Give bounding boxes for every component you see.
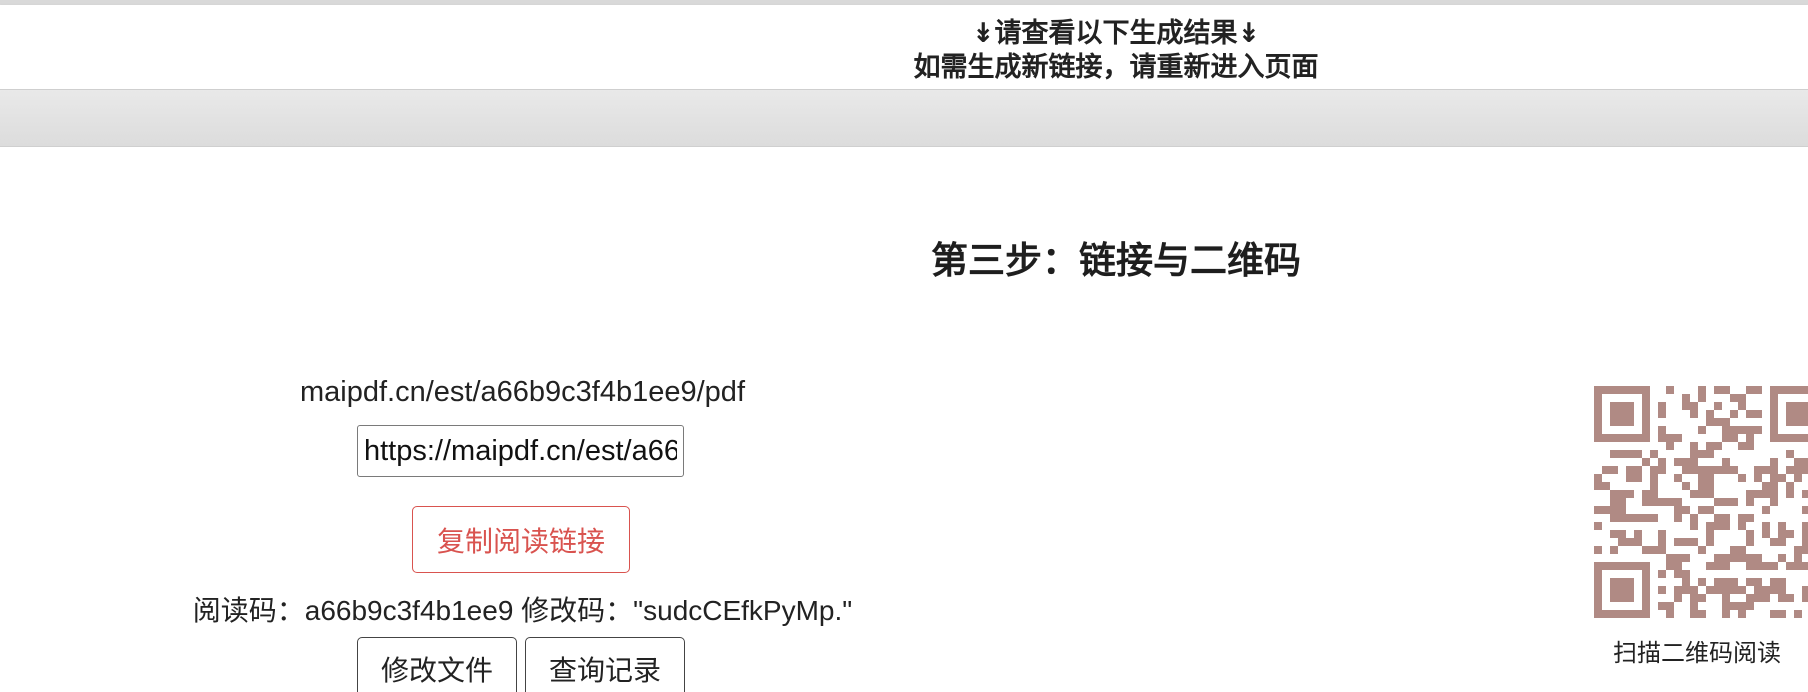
link-panel: maipdf.cn/est/a66b9c3f4b1ee9/pdf 复制阅读链接 … bbox=[0, 0, 1045, 692]
qr-caption: 扫描二维码阅读 bbox=[1613, 640, 1781, 667]
edit-file-button[interactable]: 修改文件 bbox=[357, 637, 517, 692]
link-url-input[interactable] bbox=[357, 425, 684, 477]
read-edit-codes: 阅读码：a66b9c3f4b1ee9 修改码："sudcCEfkPyMp." bbox=[192, 595, 853, 626]
page: ↡请查看以下生成结果↡ 如需生成新链接，请重新进入页面 第三步：链接与二维码 m… bbox=[0, 0, 1808, 692]
copy-link-button[interactable]: 复制阅读链接 bbox=[412, 506, 630, 573]
qr-code-graphic bbox=[1594, 386, 1808, 618]
short-link-text: maipdf.cn/est/a66b9c3f4b1ee9/pdf bbox=[300, 376, 745, 408]
qr-code-icon bbox=[1594, 386, 1808, 618]
query-history-button[interactable]: 查询记录 bbox=[525, 637, 685, 692]
